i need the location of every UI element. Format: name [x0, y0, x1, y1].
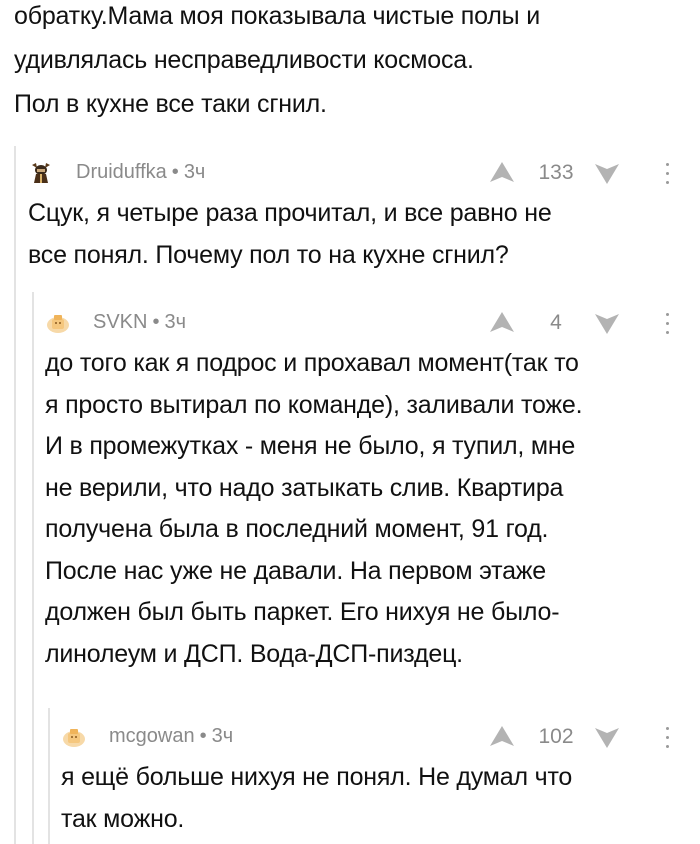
upvote-icon[interactable] — [489, 311, 515, 333]
upvote-icon[interactable] — [489, 161, 515, 183]
thread-line[interactable] — [48, 708, 50, 844]
thread-line[interactable] — [32, 292, 34, 844]
comment-line: не верили, что надо затыкать слив. Кварт… — [45, 473, 564, 502]
comment-text: Сцук, я четыре раза прочитал, и все равн… — [28, 193, 552, 276]
meta-separator: • — [171, 160, 179, 183]
comment-line: все понял. Почему пол то на кухне сгнил? — [28, 240, 509, 269]
meta-separator: • — [199, 724, 207, 747]
comment-line: И в промежутках - меня не было, я тупил,… — [45, 432, 576, 460]
comment-time[interactable]: 3ч — [212, 725, 234, 748]
comment-time[interactable]: 3ч — [164, 311, 186, 334]
more-options-icon[interactable] — [662, 161, 672, 187]
more-options-icon[interactable] — [662, 311, 672, 337]
thread-line[interactable] — [14, 146, 16, 844]
comment-author[interactable]: Druiduffka — [76, 161, 167, 184]
downvote-icon[interactable] — [594, 163, 620, 185]
comment-author[interactable]: SVKN — [93, 311, 147, 334]
comment-line: я ещё больше нихуя не понял. Не думал чт… — [61, 763, 573, 791]
comment-line: я просто вытирал по команде), заливали т… — [45, 390, 583, 419]
downvote-icon[interactable] — [594, 313, 620, 335]
downvote-icon[interactable] — [594, 727, 620, 749]
default-avatar-icon[interactable] — [61, 723, 87, 749]
meta-separator: • — [152, 310, 160, 333]
comment-time[interactable]: 3ч — [184, 161, 206, 184]
post-line: Пол в кухне все таки сгнил. — [14, 90, 327, 118]
comment-line: до того как я подрос и прохавал момент(т… — [45, 349, 579, 377]
default-avatar-icon[interactable] — [45, 309, 71, 335]
post-body: обратку.Мама моя показывала чистые полы … — [14, 0, 694, 126]
post-line: обратку.Мама моя показывала чистые полы … — [14, 2, 540, 30]
comment-line: получена была в последний момент, 91 год… — [45, 515, 549, 543]
comment-line: После нас уже не давали. На первом этаже — [45, 556, 547, 585]
comment-author[interactable]: mcgowan — [109, 725, 195, 748]
comment-rating: 4 — [550, 311, 562, 334]
comment-rating: 133 — [538, 161, 574, 184]
comment-line: должен был быть паркет. Его нихуя не был… — [45, 598, 560, 626]
comment-line: Сцук, я четыре раза прочитал, и все равн… — [28, 199, 552, 227]
comment-meta: mcgowan • 3ч — [61, 722, 233, 750]
comment-meta: Druiduffka • 3ч — [28, 158, 205, 186]
comment-text: я ещё больше нихуя не понял. Не думал чт… — [61, 757, 572, 840]
comment-meta: SVKN • 3ч — [45, 308, 186, 336]
post-line: удивлялась несправедливости космоса. — [14, 46, 474, 74]
comment-line: линолеум и ДСП. Вода-ДСП-пиздец. — [45, 639, 463, 668]
comment-line: так можно. — [61, 804, 185, 833]
comment-rating: 102 — [538, 725, 574, 748]
more-options-icon[interactable] — [662, 725, 672, 751]
comment-text: до того как я подрос и прохавал момент(т… — [45, 343, 583, 675]
upvote-icon[interactable] — [489, 725, 515, 747]
warrior-avatar-icon[interactable] — [28, 159, 54, 185]
